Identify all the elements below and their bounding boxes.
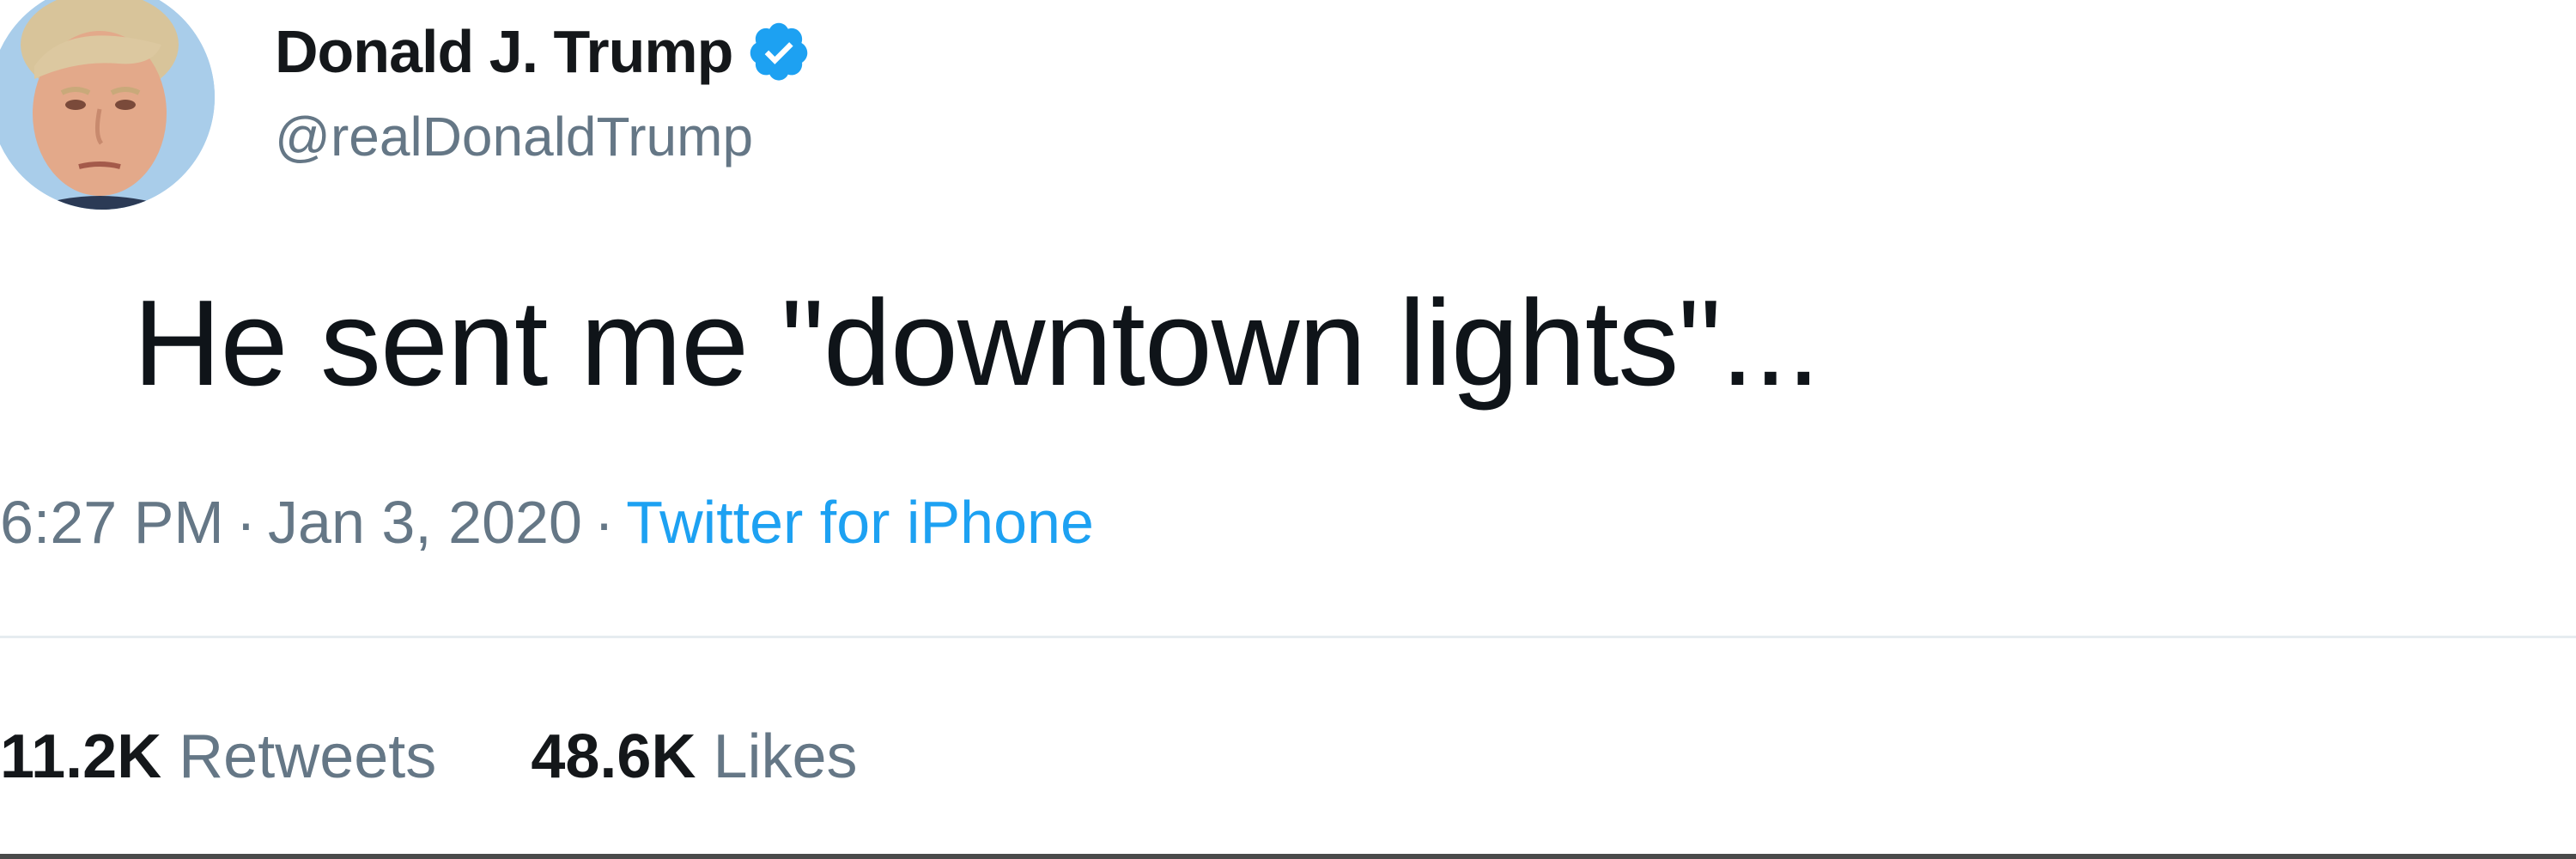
- author-name-row: Donald J. Trump: [275, 9, 811, 94]
- avatar[interactable]: [0, 0, 215, 210]
- user-handle[interactable]: @realDonaldTrump: [275, 105, 753, 168]
- tweet-card: Donald J. Trump @realDonaldTrump He sent…: [0, 0, 2576, 859]
- tweet-date[interactable]: Jan 3, 2020: [268, 489, 582, 556]
- retweets-label: Retweets: [179, 722, 437, 791]
- likes-stat[interactable]: 48.6K Likes: [531, 722, 857, 791]
- meta-separator: ·: [235, 489, 257, 556]
- retweets-count: 11.2K: [0, 722, 162, 791]
- likes-count: 48.6K: [531, 722, 696, 791]
- verified-badge-icon: [746, 19, 811, 84]
- tweet-text: He sent me "downtown lights"...: [133, 275, 1820, 411]
- likes-label: Likes: [713, 722, 858, 791]
- divider: [0, 854, 2576, 859]
- display-name[interactable]: Donald J. Trump: [275, 17, 733, 86]
- divider: [0, 636, 2576, 638]
- tweet-time[interactable]: 6:27 PM: [0, 489, 224, 556]
- retweets-stat[interactable]: 11.2K Retweets: [0, 722, 436, 791]
- meta-separator: ·: [593, 489, 615, 556]
- profile-photo: [0, 0, 215, 210]
- tweet-meta: 6:27 PM · Jan 3, 2020 · Twitter for iPhone: [0, 488, 1094, 557]
- tweet-source-link[interactable]: Twitter for iPhone: [626, 489, 1094, 556]
- tweet-stats: 11.2K Retweets 48.6K Likes: [0, 722, 952, 792]
